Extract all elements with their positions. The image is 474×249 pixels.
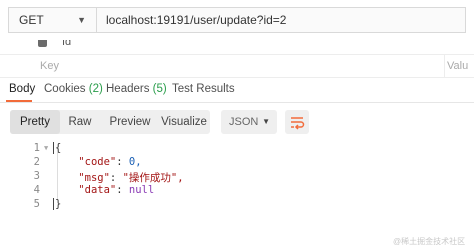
json-key: "msg" [78,172,110,184]
param-new-row: Key Valu [0,54,474,78]
value-input[interactable]: Valu [444,55,468,77]
tab-test-results-label: Test Results [172,83,235,95]
tab-body-label: Body [9,83,36,95]
tab-headers-count: (5) [152,83,167,95]
active-tab-indicator [6,100,32,102]
tab-cookies-label: Cookies [44,83,86,95]
view-pretty-button[interactable]: Pretty [10,110,60,134]
json-value: 0, [128,156,142,168]
tab-headers-label: Headers [106,83,150,95]
chevron-down-icon: ▼ [262,117,270,126]
key-input[interactable]: Key [40,60,59,72]
json-key: "data" [78,184,117,196]
wrap-lines-icon [291,117,305,130]
response-toolbar: Pretty Raw Preview Visualize JSON ▼ [10,110,464,134]
tab-cookies[interactable]: Cookies (2) [44,83,103,95]
param-row: Id [0,40,474,48]
tab-body[interactable]: Body [9,83,35,95]
json-value: "操作成功", [122,172,184,184]
view-raw-button[interactable]: Raw [60,110,100,134]
method-select[interactable]: GET ▼ [8,7,96,33]
json-value: null [128,184,155,196]
code-line: "code": 0, [78,156,142,168]
format-select[interactable]: JSON ▼ [221,110,277,134]
open-brace: { [53,142,62,154]
line-number: 2 [33,156,40,168]
code-line: "data": null [78,184,155,196]
line-number: 5 [33,198,40,210]
tab-headers[interactable]: Headers (5) [106,83,167,95]
fold-arrow-icon[interactable]: ▼ [44,144,48,152]
param-checkbox[interactable] [38,40,47,47]
wrap-lines-button[interactable] [285,110,309,134]
code-line: { [53,142,62,154]
params-table: Id Key Valu [0,40,474,78]
json-key: "code" [78,156,117,168]
view-preview-button[interactable]: Preview [104,110,156,134]
response-tabs: Body Cookies (2) Headers (5) Test Result… [0,80,474,103]
param-key-text: Id [62,40,72,48]
view-visualize-button[interactable]: Visualize [158,110,210,134]
format-label: JSON [229,116,259,128]
line-number: 1 [33,142,40,154]
response-body-code: 1 ▼ { 2 "code": 0, 3 "msg": "操作成功", 4 "d… [0,138,474,218]
close-brace: } [53,198,62,210]
code-line: } [53,198,62,210]
url-input[interactable]: localhost:19191/user/update?id=2 [96,7,466,33]
line-number: 3 [33,170,40,182]
method-label: GET [19,13,44,27]
view-mode-group: Pretty Raw Preview Visualize [10,110,210,134]
request-url-bar: GET ▼ localhost:19191/user/update?id=2 [0,0,474,41]
chevron-down-icon: ▼ [77,15,86,25]
code-line: "msg": "操作成功", [78,172,184,184]
tab-test-results[interactable]: Test Results [172,83,235,95]
line-number: 4 [33,184,40,196]
tab-cookies-count: (2) [88,83,103,95]
watermark: @稀土掘金技术社区 [393,237,466,246]
